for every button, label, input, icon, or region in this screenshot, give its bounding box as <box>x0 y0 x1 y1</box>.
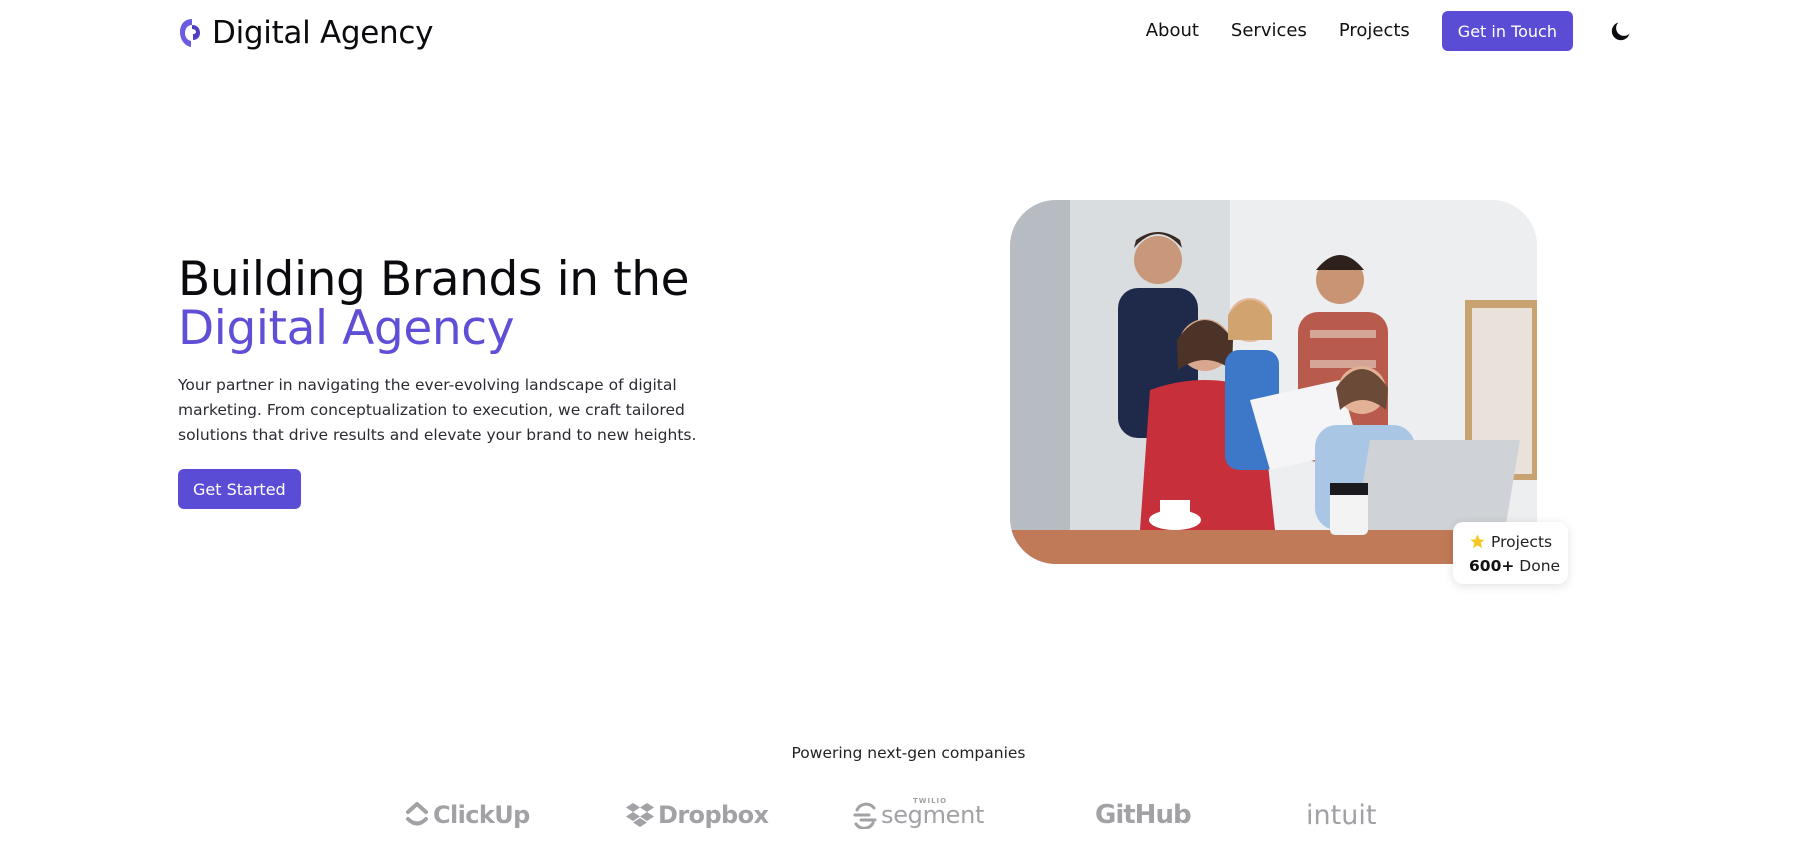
segment-wordmark: TWILIO segment <box>881 797 985 829</box>
company-name: segment <box>881 801 985 829</box>
get-in-touch-button[interactable]: Get in Touch <box>1441 11 1573 51</box>
dropbox-icon <box>626 803 654 827</box>
nav-link-services[interactable]: Services <box>1231 11 1307 51</box>
company-name: intuit <box>1306 799 1377 831</box>
hero-title: Building Brands in the Digital Agency <box>178 255 738 353</box>
hero-title-accent: Digital Agency <box>178 301 515 356</box>
nav-link-projects[interactable]: Projects <box>1339 11 1410 51</box>
stat-suffix: Done <box>1519 557 1561 575</box>
hero-image <box>1010 200 1537 564</box>
partner-logos: ClickUp Dropbox TWILIO segment GitHub in… <box>0 795 1817 835</box>
get-started-button[interactable]: Get Started <box>178 469 301 509</box>
nav-link-about[interactable]: About <box>1146 11 1199 51</box>
segment-icon <box>853 802 877 829</box>
segment-kicker: TWILIO <box>913 797 948 805</box>
star-icon <box>1470 534 1485 549</box>
site-header: Digital Agency About Services Projects G… <box>0 0 1817 64</box>
projects-stat-card: Projects 600+ Done <box>1453 522 1568 584</box>
company-name: GitHub <box>1095 800 1192 830</box>
company-name: Dropbox <box>658 801 769 829</box>
landing-page: Digital Agency About Services Projects G… <box>0 0 1817 863</box>
hero-title-line1: Building Brands in the <box>178 252 690 307</box>
logo-mark-icon <box>180 19 200 47</box>
hero-description: Your partner in navigating the ever-evol… <box>178 376 697 444</box>
stat-row-bottom: 600+ Done <box>1469 554 1568 578</box>
moon-icon[interactable] <box>1609 19 1633 43</box>
logo-dropbox: Dropbox <box>625 795 769 835</box>
main-nav: About Services Projects Get in Touch <box>1146 11 1573 51</box>
stat-value: 600+ <box>1469 557 1515 575</box>
logo-intuit: intuit <box>1306 795 1376 835</box>
clickup-icon <box>406 802 428 826</box>
brand-logo[interactable]: Digital Agency <box>178 13 433 53</box>
hero-section: Building Brands in the Digital Agency Yo… <box>178 255 738 509</box>
logo-segment: TWILIO segment <box>852 795 984 835</box>
stat-label: Projects <box>1491 533 1553 551</box>
logo-github: GitHub <box>1095 795 1192 835</box>
logo-clickup: ClickUp <box>404 795 530 835</box>
company-name: ClickUp <box>433 801 530 829</box>
brand-name: Digital Agency <box>212 15 434 51</box>
partners-heading: Powering next-gen companies <box>791 744 1026 762</box>
team-photo-illustration <box>1010 200 1537 564</box>
stat-row-top: Projects <box>1469 530 1568 554</box>
